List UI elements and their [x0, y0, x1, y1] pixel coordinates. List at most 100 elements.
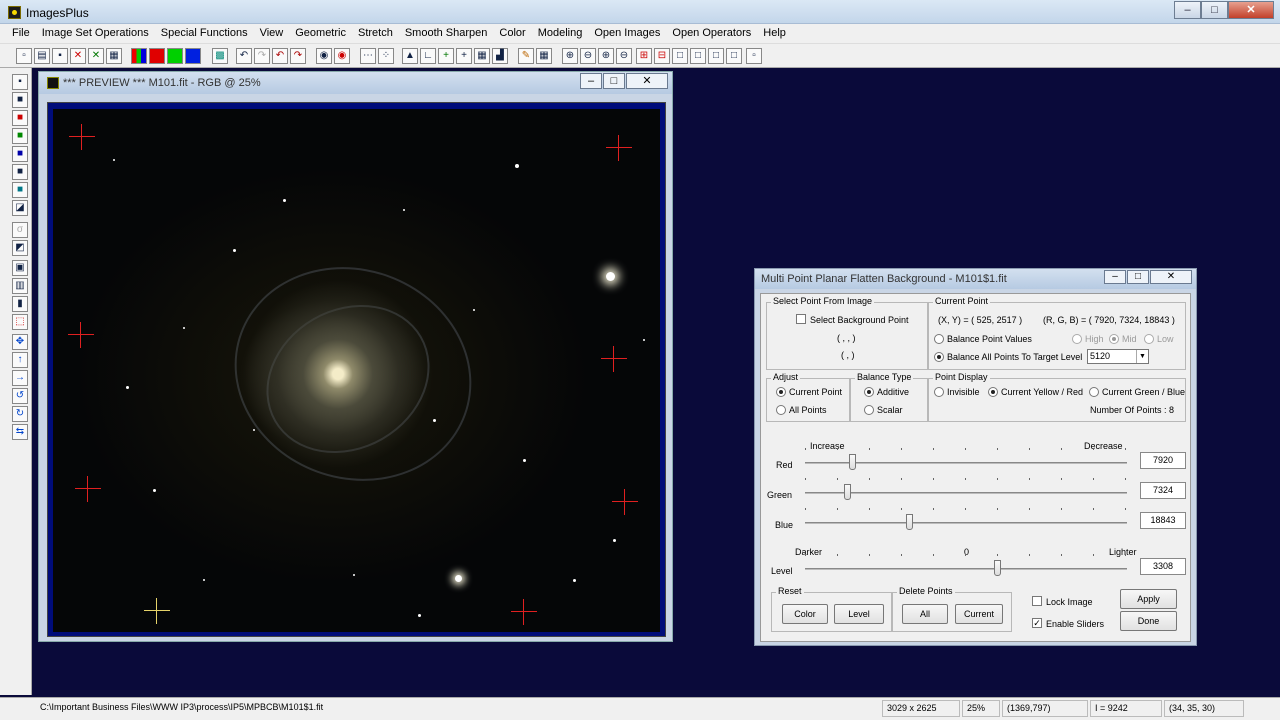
target-level-select[interactable]: 5120 ▼ — [1087, 349, 1149, 364]
close-image-icon[interactable]: ✕ — [70, 48, 86, 64]
mid-radio[interactable] — [1109, 334, 1119, 344]
frame-icon[interactable]: ▣ — [12, 260, 28, 276]
preview-close-button[interactable]: ✕ — [626, 73, 668, 89]
layer-split-icon[interactable]: ◪ — [12, 200, 28, 216]
dialog-close-button[interactable]: ✕ — [1150, 270, 1192, 284]
crosshair-icon[interactable]: + — [456, 48, 472, 64]
pencil-icon[interactable]: ✎ — [518, 48, 534, 64]
green-slider[interactable] — [805, 478, 1127, 503]
menu-smooth-sharpen[interactable]: Smooth Sharpen — [399, 24, 494, 43]
red-value-field[interactable]: 7920 — [1140, 452, 1186, 469]
star-select-icon[interactable]: ⁘ — [378, 48, 394, 64]
arrow-right-icon[interactable]: → — [12, 370, 28, 386]
blue-value-field[interactable]: 18843 — [1140, 512, 1186, 529]
menu-special-functions[interactable]: Special Functions — [155, 24, 254, 43]
menu-help[interactable]: Help — [757, 24, 792, 43]
background-point-marker[interactable] — [511, 599, 537, 625]
crop-icon[interactable]: ⬚ — [12, 314, 28, 330]
additive-radio[interactable] — [864, 387, 874, 397]
image-canvas[interactable] — [47, 102, 666, 637]
window-large-icon[interactable]: □ — [672, 48, 688, 64]
undo-icon[interactable]: ↶ — [236, 48, 252, 64]
point-red-icon[interactable]: ◉ — [334, 48, 350, 64]
high-radio[interactable] — [1072, 334, 1082, 344]
redo-all-icon[interactable]: ↷ — [290, 48, 306, 64]
gradient-icon[interactable]: ◩ — [12, 240, 28, 256]
blue-channel-icon[interactable] — [185, 48, 201, 64]
menu-color[interactable]: Color — [493, 24, 531, 43]
blue-slider[interactable] — [805, 508, 1127, 533]
grid-icon[interactable]: ▩ — [212, 48, 228, 64]
rotate-right-icon[interactable]: ↻ — [12, 406, 28, 422]
background-point-marker[interactable] — [606, 135, 632, 161]
level-value-field[interactable]: 3308 — [1140, 558, 1186, 575]
add-window-icon[interactable]: ⊞ — [636, 48, 652, 64]
zoom-actual-icon[interactable]: ⊖ — [616, 48, 632, 64]
level-slider[interactable] — [805, 554, 1127, 579]
print-icon[interactable]: ▦ — [106, 48, 122, 64]
current-green-blue-radio[interactable] — [1089, 387, 1099, 397]
background-point-marker[interactable] — [612, 489, 638, 515]
curve-icon[interactable]: ∟ — [420, 48, 436, 64]
save-copy-icon[interactable]: ▪ — [12, 74, 28, 90]
save-icon[interactable]: ▪ — [52, 48, 68, 64]
lock-image-checkbox[interactable] — [1032, 596, 1042, 606]
histogram-icon[interactable]: ▲ — [402, 48, 418, 64]
window-min-icon[interactable]: ▫ — [746, 48, 762, 64]
move-icon[interactable]: ✥ — [12, 334, 28, 350]
reset-color-button[interactable]: Color — [782, 604, 828, 624]
green-value-field[interactable]: 7324 — [1140, 482, 1186, 499]
apply-button[interactable]: Apply — [1120, 589, 1177, 609]
blue-slider-thumb[interactable] — [906, 514, 913, 530]
background-point-marker[interactable] — [601, 346, 627, 372]
half-black-icon[interactable]: ▮ — [12, 296, 28, 312]
open-folder-icon[interactable]: ▤ — [34, 48, 50, 64]
menu-image-set-operations[interactable]: Image Set Operations — [36, 24, 155, 43]
layer-cyan-icon[interactable]: ■ — [12, 182, 28, 198]
red-slider-thumb[interactable] — [849, 454, 856, 470]
point-blue-icon[interactable]: ◉ — [316, 48, 332, 64]
maximize-button[interactable]: □ — [1201, 1, 1228, 19]
chevron-down-icon[interactable]: ▼ — [1136, 350, 1148, 363]
low-radio[interactable] — [1144, 334, 1154, 344]
menu-file[interactable]: File — [6, 24, 36, 43]
lasso-icon[interactable]: σ — [12, 222, 28, 238]
zoom-out-icon[interactable]: ⊖ — [580, 48, 596, 64]
flip-icon[interactable]: ⇆ — [12, 424, 28, 440]
app-logo-icon[interactable] — [8, 6, 21, 19]
zoom-fit-icon[interactable]: ⊕ — [598, 48, 614, 64]
layer-green-icon[interactable]: ■ — [12, 128, 28, 144]
dialog-maximize-button[interactable]: □ — [1127, 270, 1149, 284]
layer-black-icon[interactable]: ■ — [12, 92, 28, 108]
zoom-in-icon[interactable]: ⊕ — [562, 48, 578, 64]
menu-open-images[interactable]: Open Images — [588, 24, 666, 43]
arrow-up-icon[interactable]: ↑ — [12, 352, 28, 368]
dots-icon[interactable]: ⋯ — [360, 48, 376, 64]
window-medium-icon[interactable]: □ — [690, 48, 706, 64]
rotate-left-icon[interactable]: ↺ — [12, 388, 28, 404]
scalar-radio[interactable] — [864, 405, 874, 415]
select-background-point-checkbox[interactable] — [796, 314, 806, 324]
galaxy-image[interactable] — [53, 109, 660, 632]
red-channel-icon[interactable] — [149, 48, 165, 64]
menu-view[interactable]: View — [254, 24, 290, 43]
delete-all-button[interactable]: All — [902, 604, 948, 624]
menu-open-operators[interactable]: Open Operators — [666, 24, 757, 43]
layer-merge-icon[interactable]: ■ — [12, 164, 28, 180]
menu-geometric[interactable]: Geometric — [289, 24, 352, 43]
minimize-button[interactable]: – — [1174, 1, 1201, 19]
current-point-marker[interactable] — [144, 598, 170, 624]
reset-level-button[interactable]: Level — [834, 604, 884, 624]
new-file-icon[interactable]: ▫ — [16, 48, 32, 64]
menu-modeling[interactable]: Modeling — [532, 24, 589, 43]
close-all-icon[interactable]: ✕ — [88, 48, 104, 64]
green-slider-thumb[interactable] — [844, 484, 851, 500]
balance-all-points-radio[interactable] — [934, 352, 944, 362]
background-point-marker[interactable] — [69, 124, 95, 150]
balance-point-values-radio[interactable] — [934, 334, 944, 344]
delete-current-button[interactable]: Current — [955, 604, 1003, 624]
dialog-minimize-button[interactable]: – — [1104, 270, 1126, 284]
level-slider-thumb[interactable] — [994, 560, 1001, 576]
background-point-marker[interactable] — [68, 322, 94, 348]
columns-icon[interactable]: ▥ — [12, 278, 28, 294]
